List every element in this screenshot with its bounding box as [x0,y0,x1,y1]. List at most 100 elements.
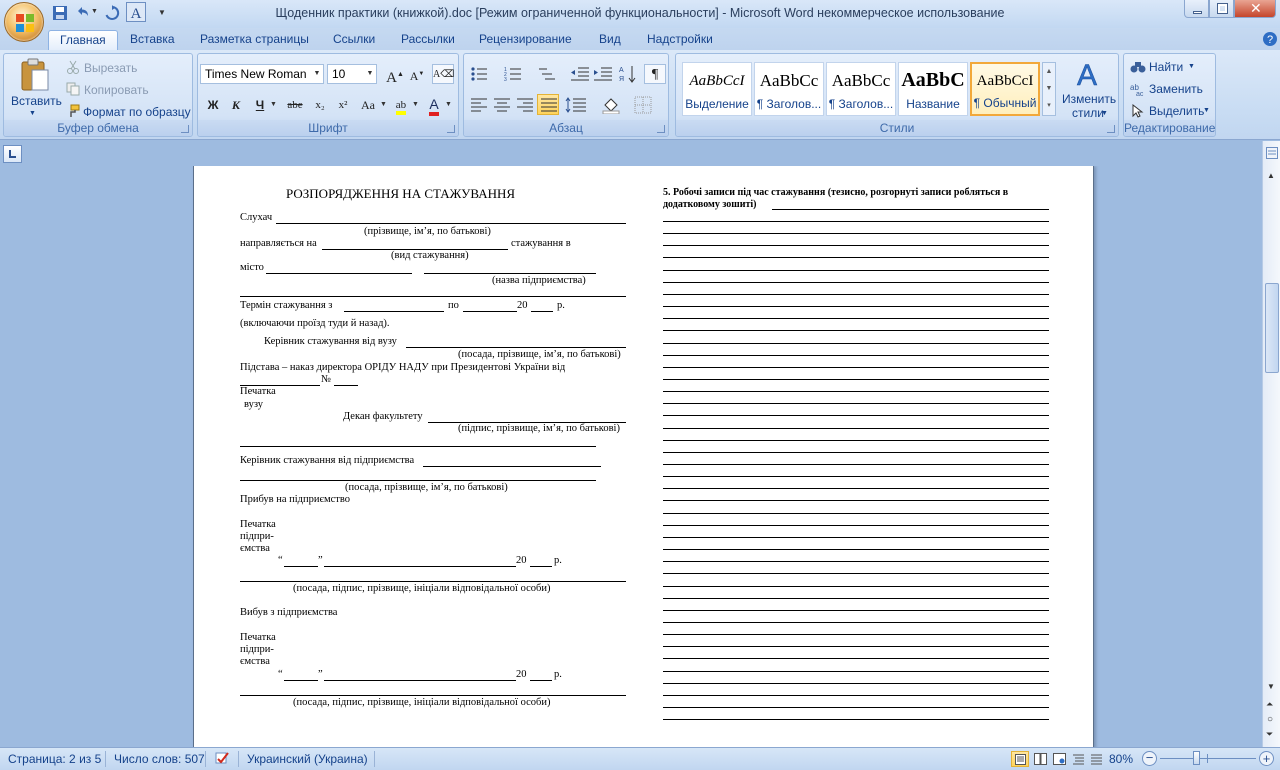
italic-button[interactable]: К [225,95,247,115]
change-styles-button[interactable]: Изменить [1062,92,1116,106]
paragraph-launcher-icon[interactable] [657,125,665,133]
sort-icon[interactable]: AЯ [618,64,638,84]
zoom-slider-track[interactable] [1160,758,1256,759]
draft-view-icon[interactable] [1090,753,1103,765]
styles-launcher-icon[interactable] [1107,125,1115,133]
outline-view-icon[interactable] [1072,753,1085,765]
undo-icon[interactable] [74,5,90,21]
view-print-layout-button[interactable] [1011,751,1029,767]
style-title[interactable]: AaBbC Название [898,62,968,116]
highlight-dropdown-icon[interactable]: ▼ [412,101,419,108]
scroll-thumb[interactable] [1265,283,1279,373]
browse-object-icon[interactable]: ○ [1267,714,1273,725]
zoom-in-button[interactable]: + [1259,751,1274,766]
shading-icon[interactable] [601,96,621,114]
change-case-dropdown-icon[interactable]: ▼ [380,101,387,108]
style-heading-2[interactable]: AaBbCc ¶ Заголов... [826,62,896,116]
change-case-button[interactable]: Aa [356,95,380,115]
web-layout-icon[interactable] [1053,753,1066,765]
find-button[interactable]: Найти [1149,60,1183,74]
scroll-up-icon[interactable]: ▲ [1267,171,1275,180]
subscript-button[interactable]: x₂ [309,95,331,115]
line-spacing-icon[interactable] [565,96,587,114]
save-icon[interactable] [52,5,68,21]
chevron-down-icon[interactable]: ▼ [311,65,323,83]
bullets-icon[interactable] [470,66,492,82]
vertical-scrollbar[interactable]: ▲ ▼ ⏶ ○ ⏷ [1262,141,1280,747]
clear-formatting-button[interactable]: A⌫ [432,64,454,84]
paste-button[interactable]: Вставить [11,94,62,108]
tab-review[interactable]: Рецензирование [468,30,583,50]
font-color-dropdown-icon[interactable]: ▼ [445,101,452,108]
grow-font-button[interactable]: A▲ [384,64,406,86]
previous-page-icon[interactable]: ⏶ [1266,699,1273,710]
status-word-count[interactable]: Число слов: 507 [114,752,205,766]
scroll-down-icon[interactable]: ▼ [1043,80,1055,97]
clipboard-launcher-icon[interactable] [181,125,189,133]
align-left-icon[interactable] [470,97,488,113]
font-name-combo[interactable]: Times New Roman ▼ [200,64,324,84]
find-dropdown-icon[interactable]: ▼ [1188,63,1195,70]
spelling-check-icon[interactable] [214,751,232,767]
tab-insert[interactable]: Вставка [119,30,186,50]
tab-page-layout[interactable]: Разметка страницы [189,30,320,50]
paste-dropdown-icon[interactable]: ▼ [29,110,36,117]
font-color-button[interactable]: A [423,94,445,116]
document-page[interactable]: РОЗПОРЯДЖЕННЯ НА СТАЖУВАННЯ Слухач (пріз… [193,166,1094,747]
underline-dropdown-icon[interactable]: ▼ [270,101,277,108]
paste-icon[interactable] [20,58,50,92]
select-button[interactable]: Выделить [1149,104,1204,118]
scroll-up-icon[interactable]: ▲ [1043,63,1055,80]
style-normal[interactable]: AaBbCcI ¶ Обычный [970,62,1040,116]
decrease-indent-icon[interactable] [570,66,590,82]
tab-home[interactable]: Главная [48,30,118,50]
justify-button[interactable] [537,94,559,115]
change-styles-label[interactable]: стили [1072,106,1104,120]
customize-qat-icon[interactable]: ▼ [158,8,174,24]
align-center-icon[interactable] [493,97,511,113]
cut-button[interactable]: Вырезать [84,61,137,75]
help-icon[interactable]: ? [1262,31,1278,47]
scroll-down-icon[interactable]: ▼ [1267,682,1275,691]
font-launcher-icon[interactable] [447,125,455,133]
shrink-font-button[interactable]: A▼ [406,64,428,84]
tab-view[interactable]: Вид [588,30,632,50]
superscript-button[interactable]: x² [332,95,354,115]
change-styles-dropdown-icon[interactable]: ▼ [1101,110,1108,117]
bold-button[interactable]: Ж [202,95,224,115]
document-area[interactable]: РОЗПОРЯДЖЕННЯ НА СТАЖУВАННЯ Слухач (пріз… [0,166,1262,747]
style-emphasis[interactable]: AaBbCcI Выделение [682,62,752,116]
zoom-slider-thumb[interactable] [1193,751,1200,765]
minimize-button[interactable] [1184,0,1209,18]
maximize-button[interactable] [1209,0,1234,18]
zoom-out-button[interactable]: − [1142,751,1157,766]
redo-icon[interactable] [104,5,120,21]
tab-addins[interactable]: Надстройки [636,30,724,50]
office-button[interactable] [4,2,44,42]
strikethrough-button[interactable]: abe [282,95,308,115]
multilevel-list-icon[interactable] [538,66,560,82]
change-styles-icon[interactable]: A [1071,59,1103,89]
style-heading-1[interactable]: AaBbCc ¶ Заголов... [754,62,824,116]
full-screen-reading-icon[interactable] [1034,753,1047,765]
numbering-icon[interactable]: 123 [504,66,526,82]
ruler-tab-selector[interactable] [3,145,22,163]
borders-icon[interactable] [634,96,652,114]
tab-mailings[interactable]: Рассылки [390,30,466,50]
chevron-down-icon[interactable]: ▼ [364,65,376,83]
align-right-icon[interactable] [516,97,534,113]
styles-gallery-scroll[interactable]: ▲ ▼ ▾ [1042,62,1056,116]
tab-references[interactable]: Ссылки [322,30,386,50]
select-dropdown-icon[interactable]: ▼ [1203,107,1210,114]
font-size-combo[interactable]: 10 ▼ [327,64,377,84]
style-inspector-icon[interactable]: A [126,2,146,22]
status-page[interactable]: Страница: 2 из 5 [8,752,101,766]
view-ruler-icon[interactable] [1266,147,1278,159]
close-button[interactable]: ✕ [1234,0,1276,18]
more-styles-icon[interactable]: ▾ [1043,97,1055,114]
highlight-button[interactable]: ab [390,95,412,115]
status-zoom-level[interactable]: 80% [1109,752,1133,766]
replace-button[interactable]: Заменить [1149,82,1203,96]
status-language[interactable]: Украинский (Украина) [247,752,368,766]
show-formatting-marks-button[interactable]: ¶ [644,64,666,84]
